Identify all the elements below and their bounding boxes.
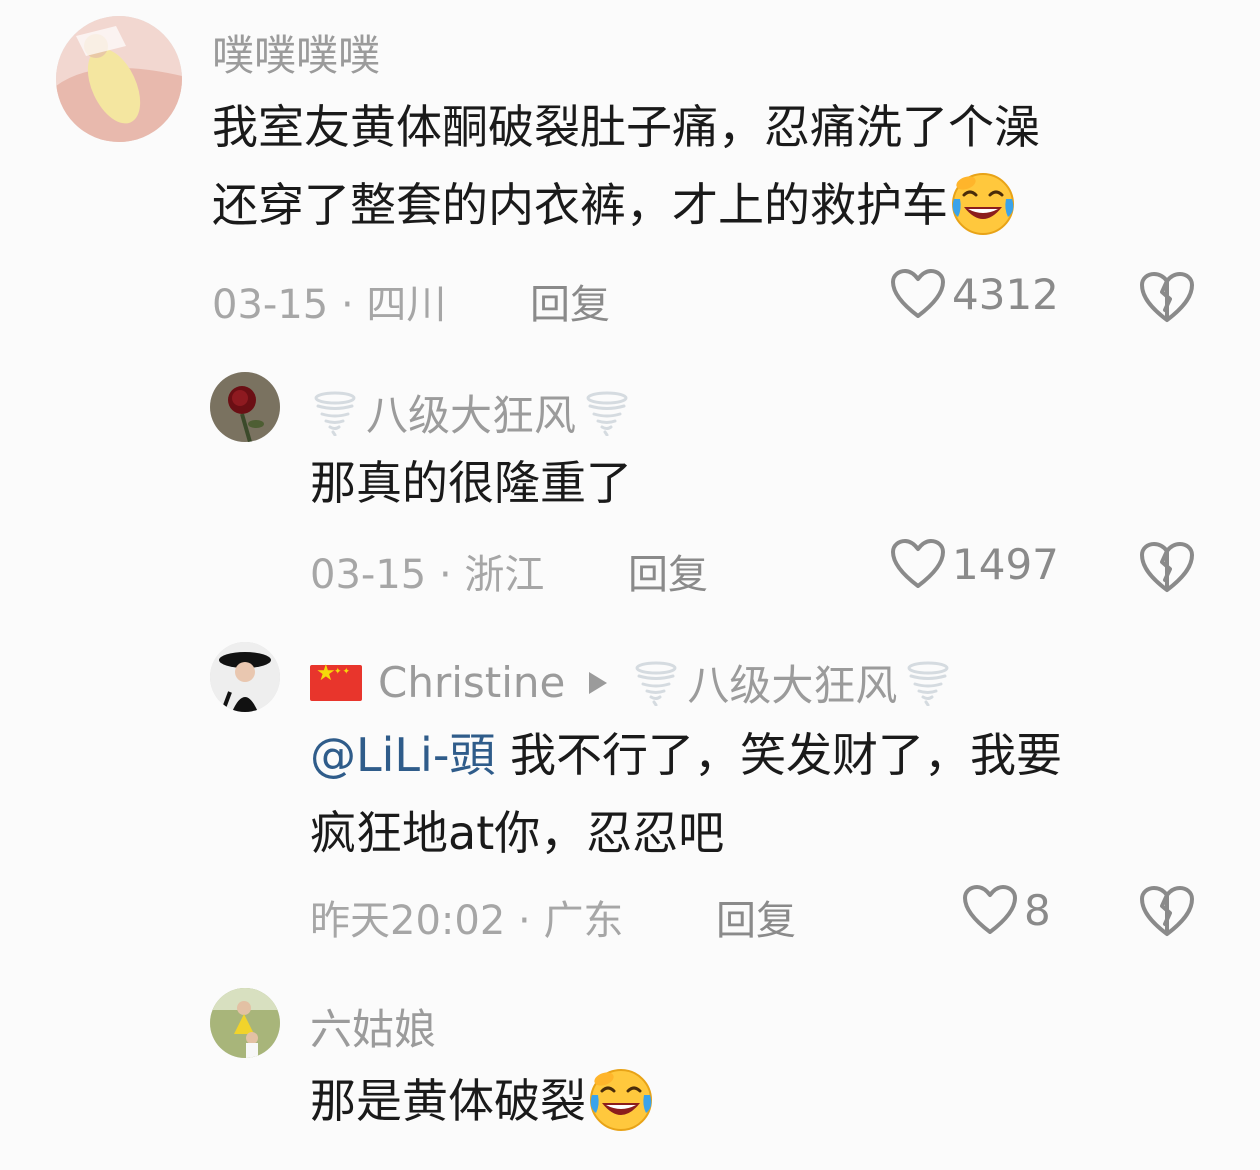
username[interactable]: 八级大狂风 [312, 382, 630, 443]
like-count: 8 [1024, 885, 1051, 935]
broken-heart-icon[interactable] [1138, 884, 1196, 938]
heart-outline-icon [962, 884, 1018, 936]
comment-meta: 03-15 · 浙江 [310, 552, 545, 598]
reply-button[interactable]: 回复 [530, 272, 610, 330]
comment-location: 浙江 [464, 552, 545, 598]
mention-link[interactable]: @LiLi-頭 [310, 728, 495, 782]
reply-button[interactable]: 回复 [716, 888, 796, 946]
reply-to-username[interactable]: 八级大狂风 [687, 652, 897, 713]
china-flag-icon [310, 661, 362, 701]
heart-outline-icon [890, 268, 946, 320]
username[interactable]: 六姑娘 [310, 996, 436, 1057]
like-button[interactable]: 1497 [890, 538, 1059, 590]
avatar[interactable] [210, 988, 280, 1058]
comment-text: 那真的很隆重了 [310, 456, 632, 510]
comment-location: 广东 [543, 898, 624, 944]
comment-meta: 昨天20:02 · 广东 [310, 898, 624, 944]
reply-button[interactable]: 回复 [628, 542, 708, 600]
like-button[interactable]: 4312 [890, 268, 1059, 320]
username[interactable]: Christine 八级大狂风 [310, 652, 951, 713]
like-button[interactable]: 8 [962, 884, 1051, 936]
avatar[interactable] [56, 16, 182, 142]
avatar[interactable] [210, 642, 280, 712]
comment-meta: 03-15 · 四川 [212, 282, 447, 328]
reply-arrow-icon [589, 671, 608, 694]
comment-location: 四川 [366, 282, 447, 328]
broken-heart-icon[interactable] [1138, 270, 1196, 324]
comment-date: 03-15 [212, 282, 329, 328]
like-count: 4312 [952, 269, 1059, 319]
laughing-crying-emoji [948, 169, 1018, 239]
comment-text: 我室友黄体酮破裂肚子痛，忍痛洗了个澡 还穿了整套的内衣裤，才上的救护车 [212, 88, 1212, 244]
tornado-icon [905, 660, 951, 706]
username[interactable]: 噗噗噗噗 [212, 22, 380, 83]
like-count: 1497 [952, 539, 1059, 589]
heart-outline-icon [890, 538, 946, 590]
comment-text: @LiLi-頭 我不行了，笑发财了，我要 疯狂地at你，忍忍吧 [310, 728, 1063, 860]
comment-date: 03-15 [310, 552, 427, 598]
tornado-icon [633, 660, 679, 706]
laughing-crying-emoji [586, 1065, 656, 1135]
broken-heart-icon[interactable] [1138, 540, 1196, 594]
tornado-icon [584, 390, 630, 436]
comment-text: 那是黄体破裂 [310, 1062, 1210, 1140]
avatar[interactable] [210, 372, 280, 442]
comment-date: 昨天20:02 [310, 898, 506, 944]
tornado-icon [312, 390, 358, 436]
